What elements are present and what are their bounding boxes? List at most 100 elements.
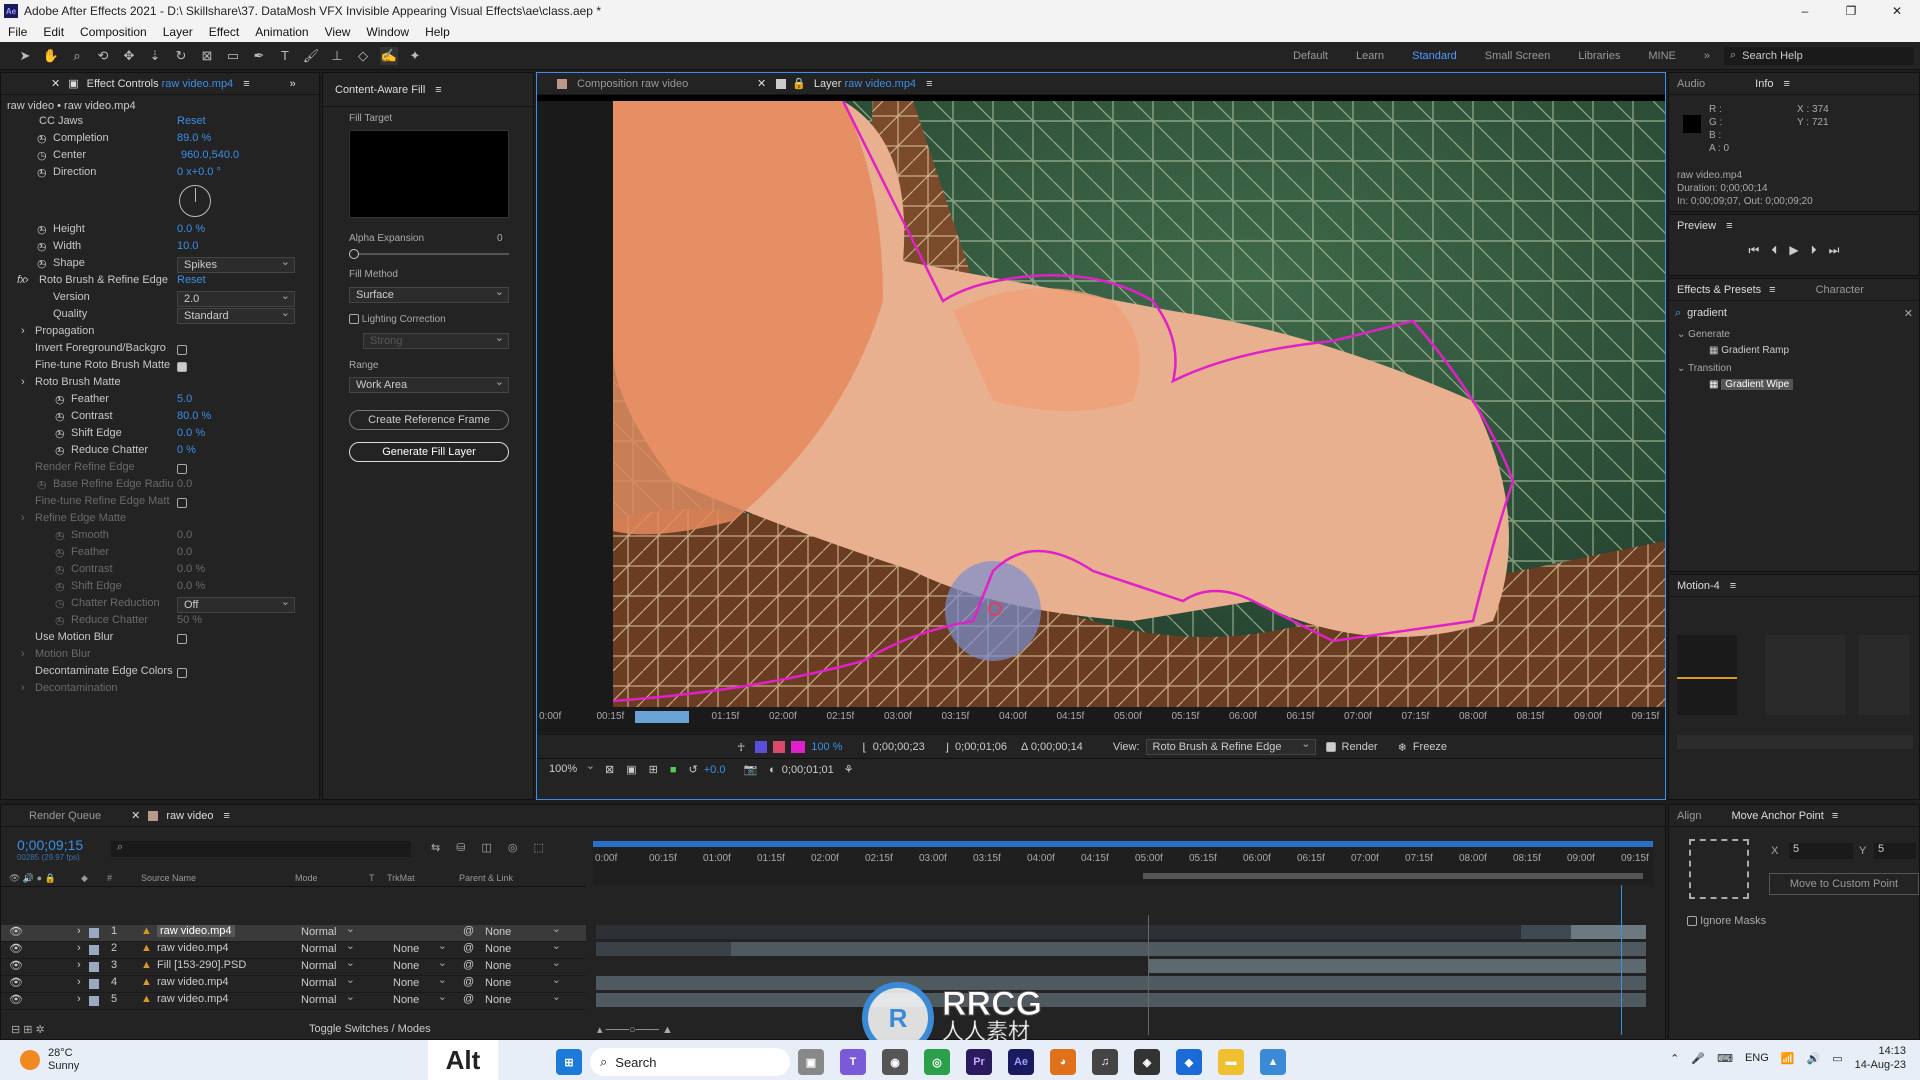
align-tab[interactable]: Align bbox=[1677, 810, 1701, 822]
panel-menu-icon[interactable]: ≡ bbox=[223, 810, 229, 822]
effect-row[interactable]: Use Motion Blur bbox=[1, 631, 317, 648]
timeline-comp-tab[interactable]: raw video bbox=[166, 810, 213, 822]
lock-icon[interactable]: ▣ bbox=[68, 77, 78, 90]
effect-row-checkbox[interactable] bbox=[177, 345, 187, 355]
anchor-position-grid[interactable] bbox=[1689, 839, 1749, 899]
effect-row-checkbox[interactable] bbox=[177, 498, 187, 508]
mic-icon[interactable]: 🎤 bbox=[1691, 1052, 1705, 1065]
lock-icon[interactable]: 🔒 bbox=[792, 77, 806, 90]
exposure-reset-icon[interactable]: ↺ bbox=[689, 763, 698, 776]
strength-dropdown[interactable]: Strong bbox=[363, 331, 509, 349]
premiere-icon[interactable]: Pr bbox=[966, 1049, 992, 1075]
effect-row-dropdown[interactable]: 2.0 bbox=[177, 289, 295, 307]
frame-blend-icon[interactable]: ◎ bbox=[508, 841, 518, 854]
wifi-icon[interactable]: 📶 bbox=[1781, 1052, 1795, 1065]
layer-bar-4[interactable] bbox=[596, 976, 1646, 990]
next-frame-icon[interactable]: ⏵ bbox=[1811, 243, 1817, 258]
minimize-button[interactable]: – bbox=[1782, 0, 1828, 22]
effect-row-dropdown[interactable]: Off bbox=[177, 595, 295, 613]
puppet-icon[interactable]: ☥ bbox=[737, 741, 745, 754]
menu-composition[interactable]: Composition bbox=[72, 25, 155, 39]
app2-icon[interactable]: ◈ bbox=[1134, 1049, 1160, 1075]
effect-row-value[interactable]: 0.0 bbox=[177, 546, 192, 558]
effect-row[interactable]: › ◷ Shape Spikes bbox=[1, 255, 317, 274]
panel-menu-icon[interactable]: ≡ bbox=[926, 78, 932, 90]
anchor-tool-icon[interactable]: ⊠ bbox=[198, 47, 216, 65]
layer-bar-1[interactable] bbox=[596, 925, 1646, 939]
motion-tools[interactable] bbox=[1859, 635, 1909, 715]
channel-red-icon[interactable] bbox=[773, 741, 786, 753]
pickwhip-icon[interactable]: @ bbox=[463, 959, 474, 971]
visibility-icon[interactable]: 👁 bbox=[9, 942, 23, 955]
visibility-icon[interactable]: 👁 bbox=[9, 959, 23, 972]
current-time-display[interactable]: 0;00;01;01 bbox=[782, 764, 834, 776]
layer-bar-2[interactable] bbox=[596, 942, 1646, 956]
menu-layer[interactable]: Layer bbox=[155, 25, 201, 39]
caf-title[interactable]: Content-Aware Fill bbox=[335, 84, 425, 96]
menu-file[interactable]: File bbox=[0, 25, 35, 39]
effect-row-checkbox[interactable] bbox=[177, 362, 187, 372]
layer-row[interactable]: 👁›1▲raw video.mp4Normal@None bbox=[1, 922, 586, 942]
ignore-masks-checkbox[interactable] bbox=[1687, 916, 1697, 927]
clear-search-icon[interactable]: ✕ bbox=[1904, 307, 1913, 320]
in-point-icon[interactable]: ⌊ bbox=[862, 741, 866, 754]
effect-row[interactable]: Render Refine Edge bbox=[1, 461, 317, 478]
col-parent-link[interactable]: Parent & Link bbox=[459, 873, 513, 883]
effect-row[interactable]: Invert Foreground/Backgro bbox=[1, 342, 317, 359]
app-icon[interactable]: ◉ bbox=[882, 1049, 908, 1075]
shy-icon[interactable]: ◫ bbox=[481, 841, 491, 854]
twirl-icon[interactable]: › bbox=[77, 925, 81, 937]
dolly-tool-icon[interactable]: ⇣ bbox=[146, 47, 164, 65]
out-point-icon[interactable]: ⌋ bbox=[945, 741, 949, 754]
render-checkbox[interactable] bbox=[1325, 742, 1336, 752]
draft-3d-icon[interactable]: ⛁ bbox=[456, 841, 465, 854]
effect-row[interactable]: › ◷ Height 0.0 % bbox=[1, 223, 317, 240]
label-color-icon[interactable] bbox=[89, 928, 99, 938]
stopwatch-icon[interactable]: ◷ bbox=[55, 529, 65, 542]
label-color-icon[interactable] bbox=[89, 962, 99, 972]
alpha-slider-handle[interactable] bbox=[349, 249, 359, 259]
effects-presets-tab[interactable]: Effects & Presets bbox=[1677, 284, 1761, 296]
pickwhip-icon[interactable]: @ bbox=[463, 976, 474, 988]
effect-row-value[interactable]: 0 x+0.0 ° bbox=[177, 166, 221, 178]
viewer-time-ruler[interactable]: 0:00f00:15f01:00f01:15f02:00f02:15f03:00… bbox=[537, 707, 1665, 735]
hand-tool-icon[interactable]: ✋ bbox=[42, 47, 60, 65]
effect-row[interactable]: › ◷ Reduce Chatter 0 % bbox=[1, 444, 317, 461]
comp-mini-flowchart-icon[interactable]: ⇆ bbox=[431, 841, 440, 854]
layer-name[interactable]: Fill [153-290].PSD bbox=[157, 959, 246, 971]
effect-row[interactable]: › Refine Edge Matte bbox=[1, 512, 317, 529]
battery-icon[interactable]: ▭ bbox=[1832, 1052, 1842, 1065]
anchor-grid[interactable] bbox=[1765, 635, 1845, 715]
video-frame[interactable] bbox=[613, 101, 1665, 707]
visibility-icon[interactable]: 👁 bbox=[9, 925, 23, 938]
roto-brush-icon[interactable]: ✍ bbox=[380, 46, 398, 65]
motion-buttons-row[interactable] bbox=[1677, 735, 1913, 749]
panel-menu-icon[interactable]: ≡ bbox=[1769, 284, 1775, 296]
effect-row[interactable]: › ◷ Width 10.0 bbox=[1, 240, 317, 257]
pickwhip-icon[interactable]: @ bbox=[463, 942, 474, 954]
file-explorer-icon[interactable]: ▬ bbox=[1218, 1049, 1244, 1075]
direction-dial[interactable] bbox=[179, 185, 211, 217]
pan-tool-icon[interactable]: ✥ bbox=[120, 47, 138, 65]
timeline-search[interactable]: ⌕ bbox=[111, 841, 411, 857]
maximize-button[interactable]: ❐ bbox=[1828, 0, 1874, 22]
gradient-ramp-item[interactable]: ▦ Gradient Ramp bbox=[1709, 345, 1789, 356]
menu-animation[interactable]: Animation bbox=[247, 25, 316, 39]
twirl-icon[interactable]: › bbox=[21, 512, 25, 524]
grid-icon[interactable]: ⊞ bbox=[649, 763, 658, 776]
effect-row-dropdown[interactable]: Standard bbox=[177, 306, 295, 324]
twirl-icon[interactable]: › bbox=[77, 942, 81, 954]
lighting-checkbox[interactable] bbox=[349, 314, 359, 325]
transition-folder[interactable]: ⌄ Transition bbox=[1677, 363, 1732, 374]
chrome-icon[interactable]: ◎ bbox=[924, 1049, 950, 1075]
rectangle-tool-icon[interactable]: ▭ bbox=[224, 47, 242, 65]
twirl-icon[interactable]: › bbox=[77, 959, 81, 971]
menu-effect[interactable]: Effect bbox=[201, 25, 247, 39]
preview-title[interactable]: Preview bbox=[1677, 220, 1716, 232]
layer-mode-dropdown[interactable]: Normal bbox=[295, 990, 359, 1009]
effect-row-value[interactable]: 0.0 % bbox=[177, 563, 205, 575]
freeze-icon[interactable]: ❄ bbox=[1398, 741, 1407, 754]
col-trkmat[interactable]: TrkMat bbox=[387, 873, 415, 883]
generate-folder[interactable]: ⌄ Generate bbox=[1677, 329, 1730, 340]
workspace-mine[interactable]: MINE bbox=[1648, 50, 1676, 62]
